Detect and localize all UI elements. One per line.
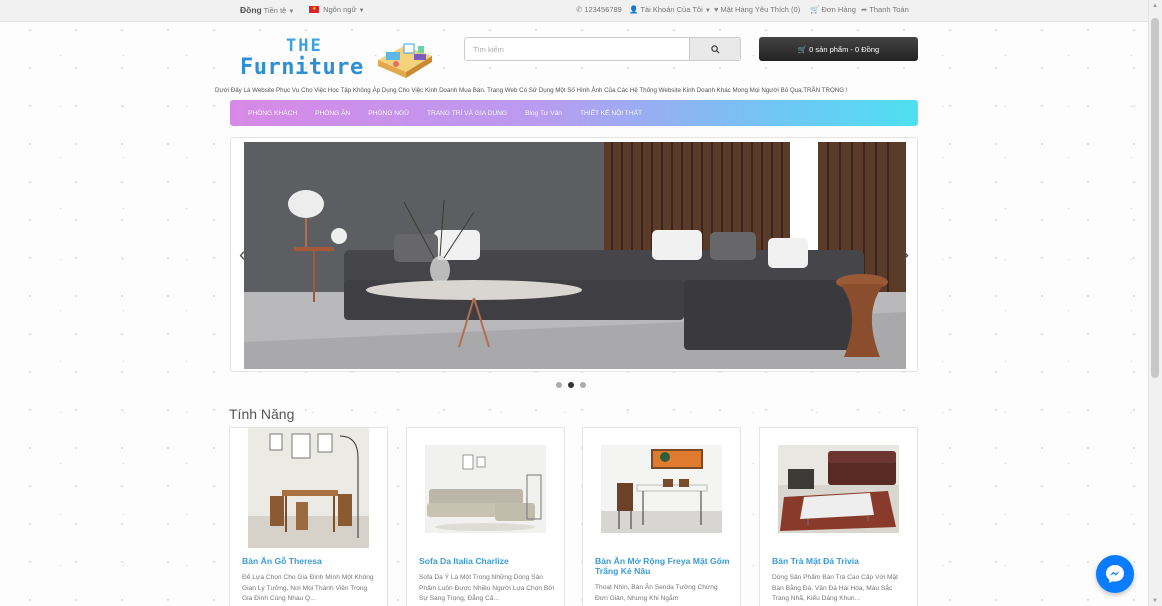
nav-item-interior-design[interactable]: THIẾT KẾ NỘI THẤT xyxy=(580,110,642,117)
phone-icon: ✆ xyxy=(576,5,583,14)
product-card[interactable]: Bàn Ăn Mở Rộng Freya Mặt Gốm Trắng Kẻ Nâ… xyxy=(582,427,741,606)
messenger-chat-button[interactable] xyxy=(1096,555,1134,593)
product-card[interactable]: Bàn Ăn Gỗ Theresa Để Lựa Chọn Cho Gia Đì… xyxy=(229,427,388,606)
product-image xyxy=(601,445,722,533)
product-card[interactable]: Bàn Trà Mặt Đá Trivia Dòng Sản Phẩm Bàn … xyxy=(759,427,918,606)
hero-slider: ‹ › xyxy=(230,137,918,372)
scrollbar-thumb[interactable] xyxy=(1151,18,1159,378)
scroll-up-arrow-icon[interactable]: ▲ xyxy=(1152,3,1158,9)
share-icon: ➦ xyxy=(861,5,868,14)
phone-link[interactable]: ✆ 123456789 xyxy=(576,5,622,14)
nav-item-decor[interactable]: TRANG TRÍ VÀ GIA DỤNG xyxy=(427,110,507,117)
vietnam-flag-icon xyxy=(309,6,319,13)
cart-button[interactable]: 🛒 0 sản phẩm - 0 Đồng xyxy=(759,37,918,61)
main-nav: PHÒNG KHÁCH PHÒNG ĂN PHÒNG NGỦ TRANG TRÍ… xyxy=(230,100,918,126)
product-description: Sofa Da Ý Là Một Trong Những Dòng Sản Ph… xyxy=(419,574,555,602)
product-description: Thoạt Nhìn, Bàn Ăn Senda Tưởng Chừng Đơn… xyxy=(595,584,718,602)
orders-link[interactable]: 🛒 Đơn Hàng xyxy=(810,5,856,14)
cart-icon: 🛒 xyxy=(810,5,820,14)
page-scrollbar[interactable]: ▲ ▼ xyxy=(1148,0,1162,606)
search-bar xyxy=(464,37,741,61)
phone-number: 123456789 xyxy=(584,5,622,14)
product-card[interactable]: Sofa Da Italia Charlize Sofa Da Ý Là Một… xyxy=(406,427,565,606)
language-label: Ngôn ngữ xyxy=(323,5,357,14)
checkout-label: Thanh Toán xyxy=(869,5,909,14)
slider-dot-2[interactable] xyxy=(568,382,574,388)
slider-prev-arrow[interactable]: ‹ xyxy=(239,244,246,267)
top-bar: Đồng Tiền tệ ▼ Ngôn ngữ ▼ ✆123456789 👤Tà… xyxy=(0,0,1148,22)
language-dropdown[interactable]: Ngôn ngữ ▼ xyxy=(309,5,365,14)
room-illustration-icon xyxy=(378,43,432,78)
search-icon xyxy=(710,44,720,54)
messenger-icon xyxy=(1106,565,1124,583)
cart-label: 0 sản phẩm - 0 Đồng xyxy=(809,44,880,54)
heart-icon: ♥ xyxy=(714,5,719,14)
section-title: Tính Năng xyxy=(229,406,295,422)
slider-dots xyxy=(556,382,586,388)
product-title[interactable]: Sofa Da Italia Charlize xyxy=(419,556,559,566)
logo-text-the: THE xyxy=(286,36,323,56)
currency-value: Đồng xyxy=(240,5,262,15)
orders-label: Đơn Hàng xyxy=(821,5,856,14)
nav-item-blog[interactable]: Blog Tư Vấn xyxy=(525,110,562,117)
caret-down-icon: ▼ xyxy=(358,8,365,14)
slider-next-arrow[interactable]: › xyxy=(902,244,909,267)
caret-down-icon: ▼ xyxy=(288,9,295,15)
cart-icon: 🛒 xyxy=(797,44,808,54)
account-dropdown[interactable]: 👤 Tài Khoản Của Tôi ▼ xyxy=(629,5,711,14)
product-title[interactable]: Bàn Ăn Mở Rộng Freya Mặt Gốm Trắng Kẻ Nâ… xyxy=(595,556,735,576)
user-icon: 👤 xyxy=(629,5,639,14)
product-title[interactable]: Bàn Trà Mặt Đá Trivia xyxy=(772,556,912,566)
scroll-down-arrow-icon[interactable]: ▼ xyxy=(1152,598,1158,604)
search-input[interactable] xyxy=(464,37,690,61)
currency-label: Tiền tệ xyxy=(263,6,287,15)
logo-text-furniture: Furniture xyxy=(240,55,364,80)
nav-item-bedroom[interactable]: PHÒNG NGỦ xyxy=(368,110,409,117)
disclaimer-text: Dưới Đây Là Website Phục Vụ Cho Việc Học… xyxy=(215,87,848,94)
product-image xyxy=(425,445,546,533)
site-logo[interactable]: THE Furniture xyxy=(238,36,438,84)
account-label: Tài Khoản Của Tôi xyxy=(640,5,703,14)
currency-dropdown[interactable]: Đồng Tiền tệ ▼ xyxy=(240,5,294,15)
slider-dot-3[interactable] xyxy=(580,382,586,388)
wishlist-link[interactable]: ♥ Mặt Hàng Yêu Thích (0) xyxy=(714,5,800,14)
nav-item-living-room[interactable]: PHÒNG KHÁCH xyxy=(248,110,297,117)
slider-dot-1[interactable] xyxy=(556,382,562,388)
caret-down-icon: ▼ xyxy=(704,8,711,14)
product-description: Để Lựa Chọn Cho Gia Đình Mình Một Không … xyxy=(242,574,374,602)
nav-item-dining-room[interactable]: PHÒNG ĂN xyxy=(315,110,350,117)
checkout-link[interactable]: ➦ Thanh Toán xyxy=(861,5,909,14)
product-image xyxy=(778,445,899,533)
search-button[interactable] xyxy=(689,37,741,61)
product-title[interactable]: Bàn Ăn Gỗ Theresa xyxy=(242,556,382,566)
wishlist-label: Mặt Hàng Yêu Thích (0) xyxy=(720,5,801,14)
product-image xyxy=(248,428,369,548)
hero-slide-image xyxy=(244,142,906,369)
product-description: Dòng Sản Phẩm Bàn Trà Cao Cấp Với Mặt Bà… xyxy=(772,574,899,602)
